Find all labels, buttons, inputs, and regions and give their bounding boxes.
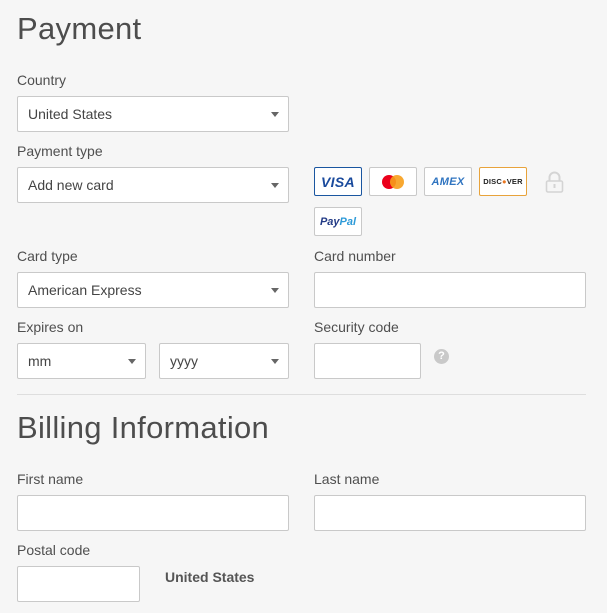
paypal-logo-text-part: Pal	[339, 215, 357, 228]
section-divider	[17, 394, 586, 395]
card-type-select-value: American Express	[28, 282, 142, 298]
chevron-down-icon	[271, 359, 279, 364]
amex-logo-text: AMEX	[431, 175, 465, 188]
expiry-year-value: yyyy	[170, 353, 198, 369]
postal-code-input[interactable]	[17, 566, 140, 602]
country-select-value: United States	[28, 106, 113, 122]
visa-logo-text: VISA	[321, 173, 355, 190]
discover-logo-text-part: VER	[506, 177, 523, 186]
first-name-input[interactable]	[17, 495, 289, 531]
country-select[interactable]: United States	[17, 96, 289, 132]
expires-on-label: Expires on	[17, 319, 84, 335]
paypal-card-option[interactable]: PayPal	[314, 207, 362, 236]
country-label: Country	[17, 72, 67, 88]
expiry-month-select[interactable]: mm	[17, 343, 146, 379]
card-type-label: Card type	[17, 248, 78, 264]
card-number-input[interactable]	[314, 272, 586, 308]
visa-card-option[interactable]: VISA	[314, 167, 362, 196]
discover-card-option[interactable]: DISC●VER	[479, 167, 527, 196]
payment-type-label: Payment type	[17, 143, 103, 159]
last-name-label: Last name	[314, 471, 380, 487]
paypal-logo-text: PayPal	[320, 216, 356, 228]
card-type-select[interactable]: American Express	[17, 272, 289, 308]
discover-logo-text: DISC●VER	[483, 177, 522, 186]
security-code-input[interactable]	[314, 343, 421, 379]
chevron-down-icon	[271, 183, 279, 188]
mastercard-icon	[382, 174, 404, 189]
paypal-logo-text-part: Pay	[319, 215, 340, 228]
chevron-down-icon	[271, 112, 279, 117]
postal-code-label: Postal code	[17, 542, 91, 558]
discover-logo-text-part: DISC	[483, 177, 502, 186]
payment-type-select-value: Add new card	[28, 177, 114, 193]
billing-country-text: United States	[165, 569, 255, 585]
payment-title: Payment	[17, 11, 142, 46]
security-code-label: Security code	[314, 319, 399, 335]
help-icon[interactable]: ?	[434, 349, 449, 364]
payment-type-select[interactable]: Add new card	[17, 167, 289, 203]
mastercard-card-option[interactable]	[369, 167, 417, 196]
chevron-down-icon	[128, 359, 136, 364]
expiry-year-select[interactable]: yyyy	[159, 343, 289, 379]
amex-card-option[interactable]: AMEX	[424, 167, 472, 196]
lock-icon	[545, 171, 564, 198]
chevron-down-icon	[271, 288, 279, 293]
billing-title: Billing Information	[17, 410, 270, 445]
expiry-month-value: mm	[28, 353, 52, 369]
last-name-input[interactable]	[314, 495, 586, 531]
first-name-label: First name	[17, 471, 84, 487]
card-number-label: Card number	[314, 248, 396, 264]
